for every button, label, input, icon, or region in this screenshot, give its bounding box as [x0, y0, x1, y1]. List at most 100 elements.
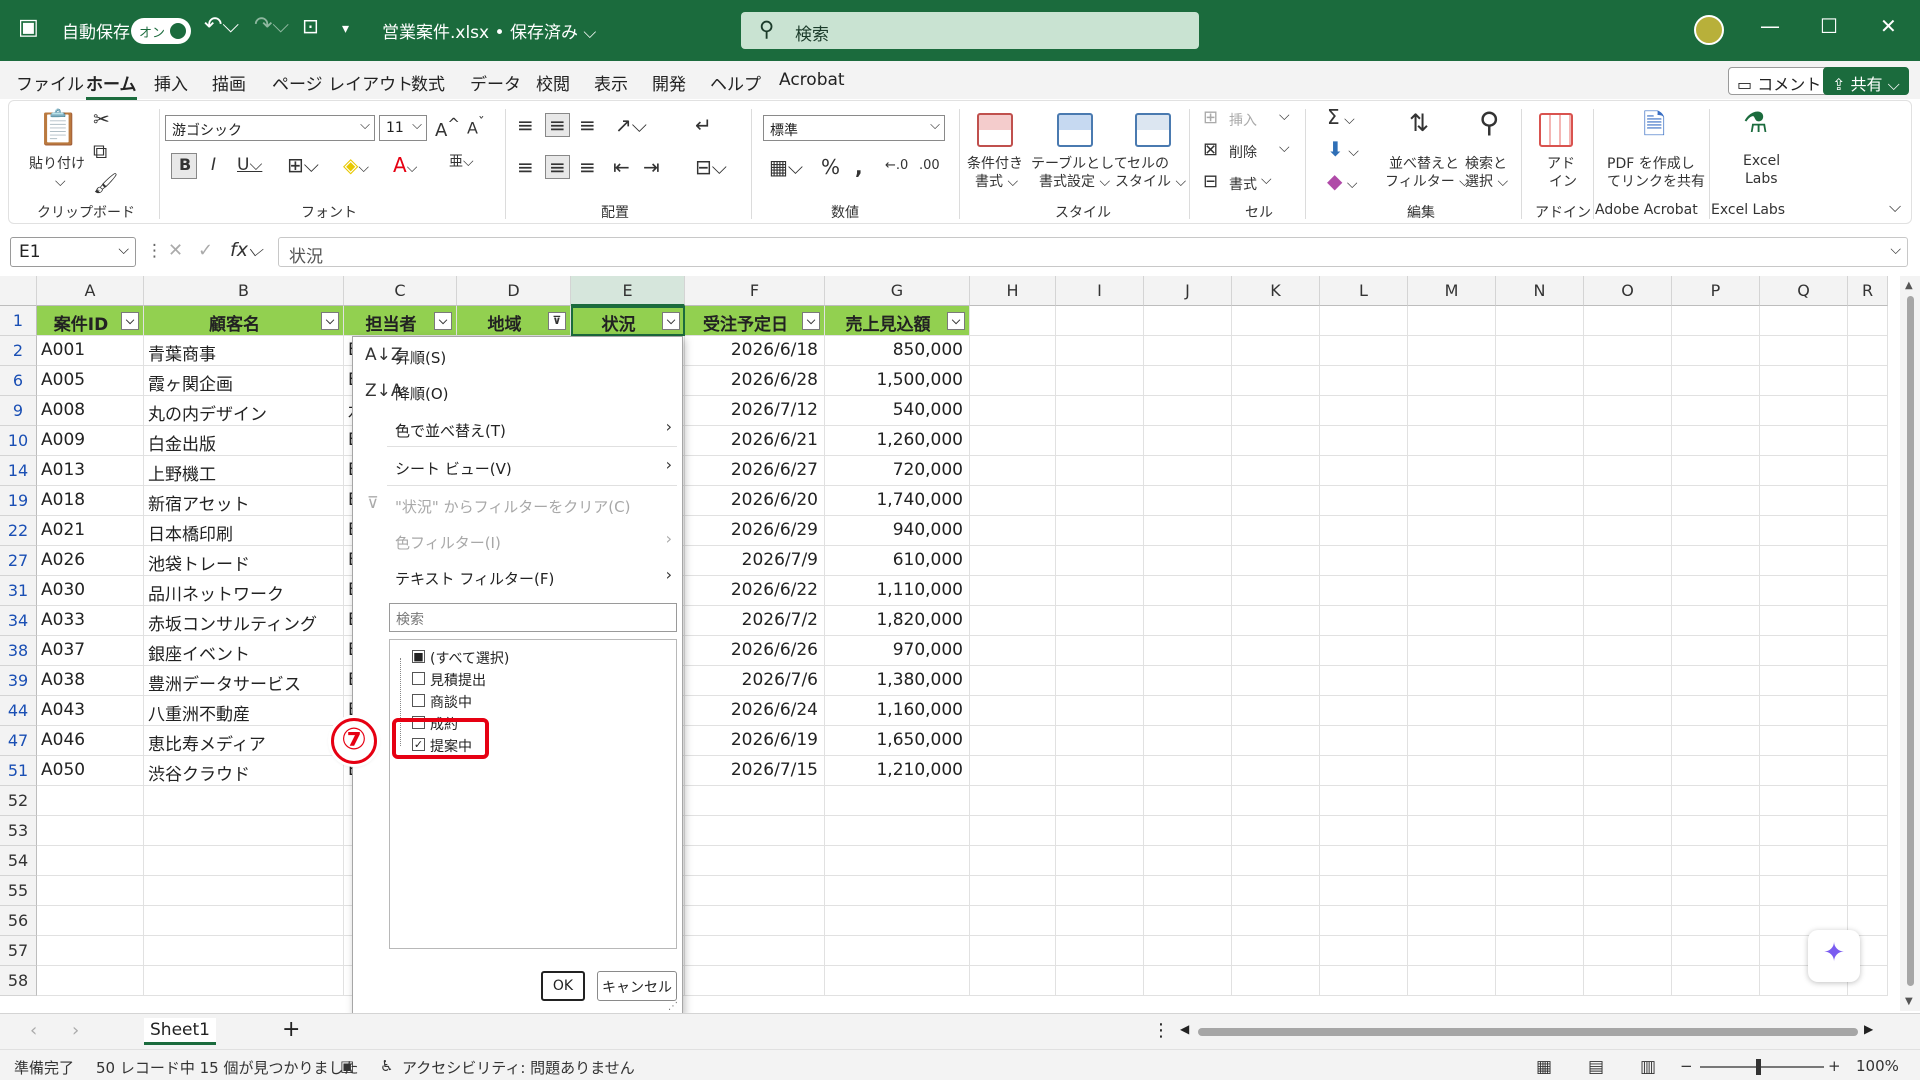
table-cell[interactable]: 720,000	[825, 456, 970, 486]
empty-cell[interactable]	[1232, 936, 1320, 966]
empty-cell[interactable]	[1760, 726, 1848, 756]
empty-cell[interactable]	[1584, 876, 1672, 906]
fill-color-icon[interactable]: ◈⌵	[343, 155, 369, 175]
column-header-l[interactable]: L	[1320, 276, 1408, 306]
zoom-slider[interactable]	[1700, 1066, 1824, 1068]
table-cell[interactable]: 白金出版	[144, 426, 344, 456]
empty-cell[interactable]	[1760, 426, 1848, 456]
empty-cell[interactable]	[1320, 816, 1408, 846]
align-right-icon[interactable]: ≡	[579, 157, 596, 177]
empty-cell[interactable]	[1056, 516, 1144, 546]
column-header-g[interactable]: G	[825, 276, 970, 306]
empty-cell[interactable]	[37, 786, 144, 816]
number-format-select[interactable]: 標準	[763, 115, 945, 141]
empty-cell[interactable]	[1056, 546, 1144, 576]
empty-cell[interactable]	[1056, 966, 1144, 996]
format-as-table-label-1[interactable]: テーブルとして	[1031, 153, 1128, 173]
empty-cell[interactable]	[1496, 966, 1584, 996]
column-header-m[interactable]: M	[1408, 276, 1496, 306]
header-cell[interactable]: 顧客名 ⌵	[144, 306, 344, 336]
empty-cell[interactable]	[1144, 456, 1232, 486]
row-header[interactable]: 52	[0, 786, 37, 816]
empty-cell[interactable]	[1848, 666, 1888, 696]
column-header-k[interactable]: K	[1232, 276, 1320, 306]
empty-cell[interactable]	[1672, 426, 1760, 456]
row-header[interactable]: 22	[0, 516, 37, 546]
tab-page-layout[interactable]: ページ レイアウト	[272, 70, 413, 95]
table-cell[interactable]: 2026/6/27	[685, 456, 825, 486]
table-cell[interactable]: 2026/7/12	[685, 396, 825, 426]
empty-cell[interactable]	[1496, 396, 1584, 426]
sort-descending-item[interactable]: 降順(O)	[395, 383, 449, 404]
merge-center-icon[interactable]: ⊟⌵	[695, 157, 727, 177]
row-header[interactable]: 38	[0, 636, 37, 666]
insert-dropdown-icon[interactable]: ⌵	[1279, 109, 1290, 123]
empty-cell[interactable]	[1056, 876, 1144, 906]
cancel-button[interactable]: キャンセル	[597, 971, 677, 1001]
empty-cell[interactable]	[1056, 426, 1144, 456]
empty-cell[interactable]	[1144, 636, 1232, 666]
empty-cell[interactable]	[1320, 396, 1408, 426]
empty-cell[interactable]	[1496, 906, 1584, 936]
empty-cell[interactable]	[1056, 726, 1144, 756]
table-cell[interactable]: 1,650,000	[825, 726, 970, 756]
empty-cell[interactable]	[1760, 846, 1848, 876]
empty-cell[interactable]	[825, 936, 970, 966]
table-cell[interactable]: 銀座イベント	[144, 636, 344, 666]
empty-cell[interactable]	[685, 966, 825, 996]
empty-cell[interactable]	[1848, 486, 1888, 516]
table-cell[interactable]: 品川ネットワーク	[144, 576, 344, 606]
empty-cell[interactable]	[1672, 876, 1760, 906]
empty-cell[interactable]	[1496, 486, 1584, 516]
empty-cell[interactable]	[1496, 786, 1584, 816]
empty-cell[interactable]	[1320, 876, 1408, 906]
empty-cell[interactable]	[685, 786, 825, 816]
empty-cell[interactable]	[1496, 636, 1584, 666]
table-cell[interactable]: 渋谷クラウド	[144, 756, 344, 786]
pdf-icon[interactable]: 🗎	[1643, 111, 1666, 139]
filter-checkbox[interactable]: ■	[412, 650, 425, 663]
empty-cell[interactable]	[970, 456, 1056, 486]
header-cell[interactable]: 売上見込額 ⌵	[825, 306, 970, 336]
empty-cell[interactable]	[37, 936, 144, 966]
empty-cell[interactable]	[1672, 576, 1760, 606]
tab-formulas[interactable]: 数式	[411, 70, 445, 95]
empty-cell[interactable]	[1672, 756, 1760, 786]
empty-cell[interactable]	[1056, 906, 1144, 936]
empty-cell[interactable]	[1584, 666, 1672, 696]
empty-cell[interactable]	[1144, 516, 1232, 546]
cell-styles-label-1[interactable]: セルの	[1127, 153, 1169, 173]
empty-cell[interactable]	[37, 966, 144, 996]
table-cell[interactable]: 1,820,000	[825, 606, 970, 636]
paste-icon[interactable]: 📋	[37, 111, 79, 145]
table-cell[interactable]: A033	[37, 606, 144, 636]
empty-cell[interactable]	[970, 396, 1056, 426]
decrease-indent-icon[interactable]: ⇤	[613, 157, 630, 177]
column-header-r[interactable]: R	[1848, 276, 1888, 306]
empty-cell[interactable]	[1408, 576, 1496, 606]
format-as-table-label-2[interactable]: 書式設定 ⌵	[1039, 171, 1110, 191]
empty-cell[interactable]	[1584, 576, 1672, 606]
delete-cells-label[interactable]: 削除	[1229, 142, 1257, 162]
align-center-icon[interactable]: ≡	[545, 155, 570, 179]
empty-cell[interactable]	[825, 966, 970, 996]
empty-cell[interactable]	[1056, 846, 1144, 876]
column-header-j[interactable]: J	[1144, 276, 1232, 306]
table-cell[interactable]: 日本橋印刷	[144, 516, 344, 546]
empty-cell[interactable]	[1760, 636, 1848, 666]
column-header-q[interactable]: Q	[1760, 276, 1848, 306]
table-cell[interactable]: 青葉商事	[144, 336, 344, 366]
sort-by-color-item[interactable]: 色で並べ替え(T)	[395, 420, 506, 441]
header-cell[interactable]: 受注予定日 ⌵	[685, 306, 825, 336]
empty-cell[interactable]	[1584, 636, 1672, 666]
empty-cell[interactable]	[1760, 366, 1848, 396]
row-header[interactable]: 56	[0, 906, 37, 936]
empty-cell[interactable]	[1848, 546, 1888, 576]
empty-cell[interactable]	[970, 786, 1056, 816]
empty-cell[interactable]	[685, 876, 825, 906]
empty-cell[interactable]	[1496, 426, 1584, 456]
bold-icon[interactable]: B	[171, 153, 197, 179]
empty-cell[interactable]	[1848, 726, 1888, 756]
empty-cell[interactable]	[1848, 576, 1888, 606]
empty-cell[interactable]	[1144, 486, 1232, 516]
